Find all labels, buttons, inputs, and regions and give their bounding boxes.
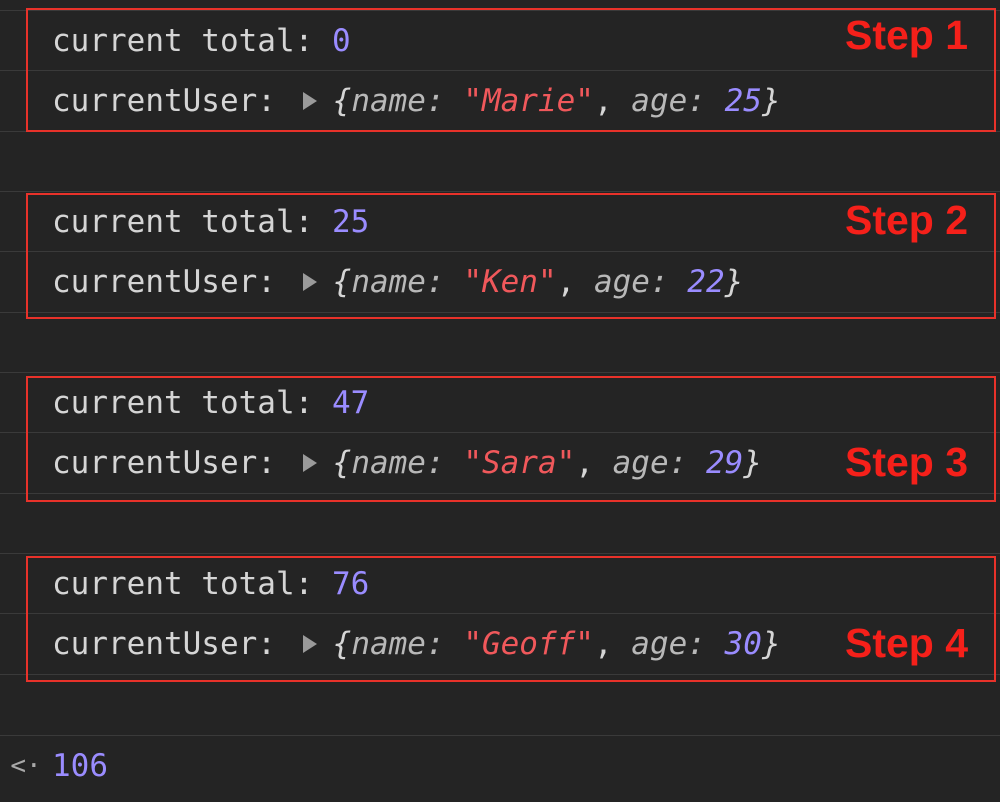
result-value: 106 bbox=[52, 748, 108, 784]
return-arrow-icon: <· bbox=[10, 751, 42, 781]
step-label: Step 2 bbox=[845, 197, 969, 243]
step-label: Step 1 bbox=[845, 12, 969, 58]
step-label: Step 4 bbox=[845, 620, 969, 666]
devtools-console: current total: 0 currentUser: {name: "Ma… bbox=[0, 0, 1000, 802]
console-result-line: <· 106 bbox=[0, 735, 1000, 796]
step-label: Step 3 bbox=[845, 439, 969, 485]
